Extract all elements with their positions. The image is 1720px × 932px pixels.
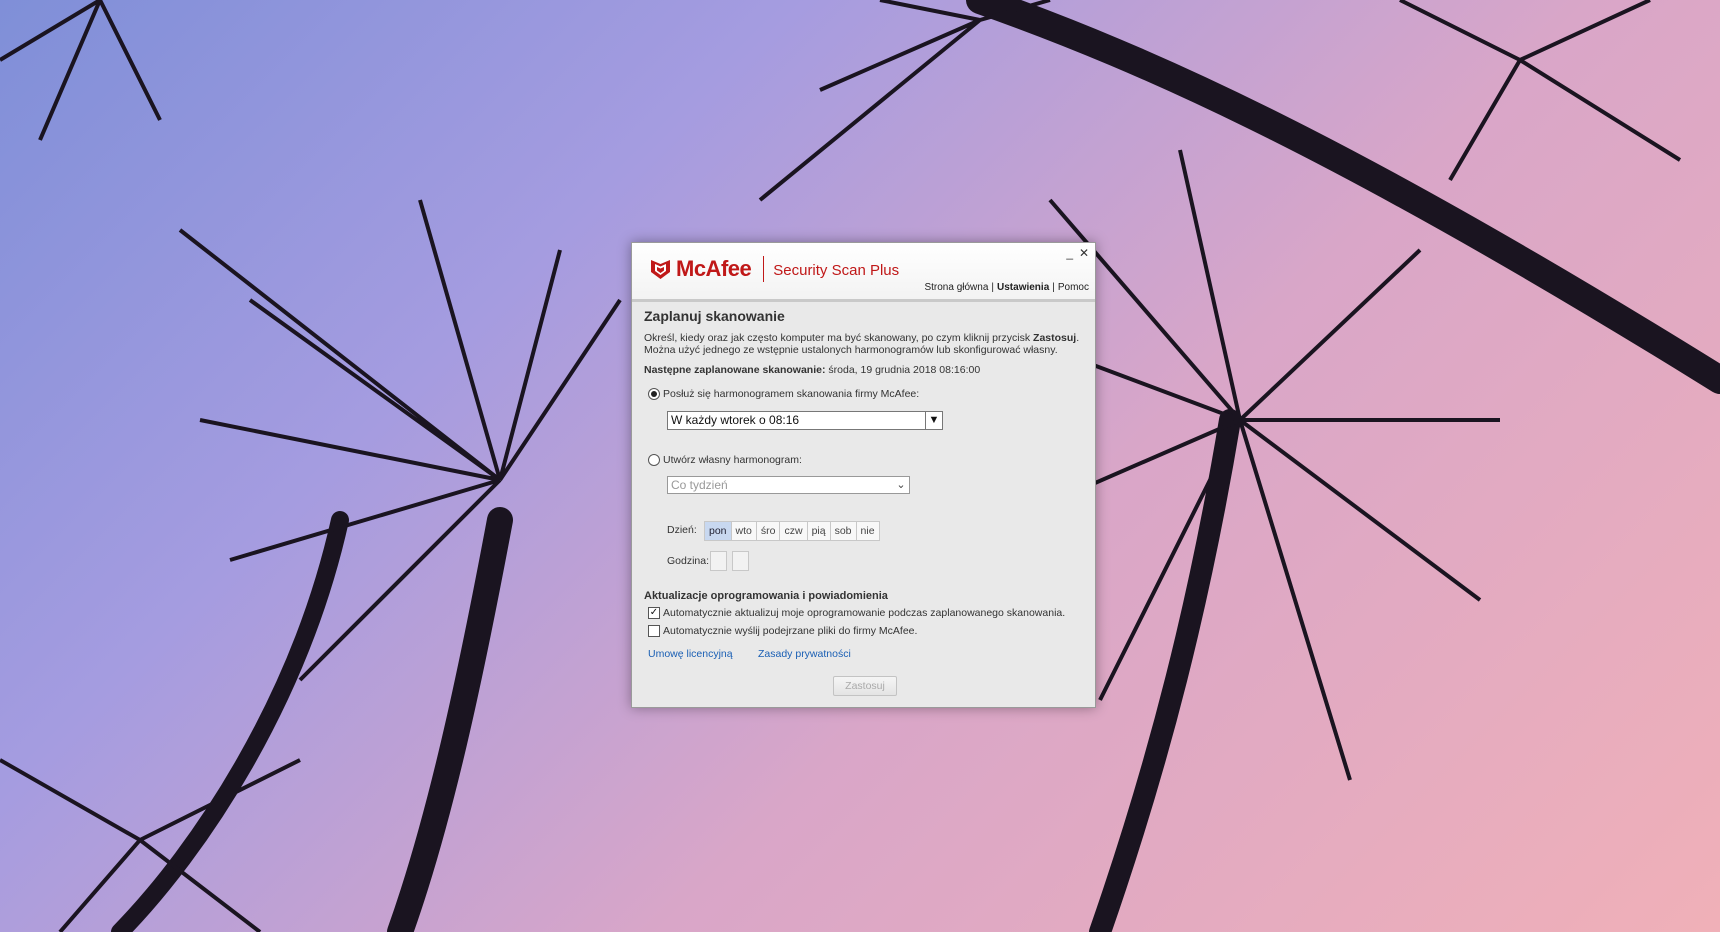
frequency-select[interactable]: Co tydzień ⌄: [667, 476, 910, 494]
mcafee-logo: McAfee Security Scan Plus: [650, 256, 899, 282]
auto-send-label: Automatycznie wyślij podejrzane pliki do…: [663, 625, 918, 637]
nav-help[interactable]: Pomoc: [1058, 282, 1089, 293]
hour-field[interactable]: [710, 551, 727, 571]
next-scan-value: środa, 19 grudnia 2018 08:16:00: [828, 364, 981, 376]
day-selector: pon wto śro czw pią sob nie: [704, 521, 880, 541]
frequency-value: Co tydzień: [671, 478, 728, 492]
time-label: Godzina:: [667, 555, 710, 567]
day-pia[interactable]: pią: [806, 521, 831, 541]
schedule-description: Określ, kiedy oraz jak często komputer m…: [644, 332, 1084, 356]
custom-schedule-label: Utwórz własny harmonogram:: [663, 454, 802, 466]
auto-send-checkbox[interactable]: [648, 625, 660, 637]
day-sro[interactable]: śro: [755, 521, 781, 541]
mcafee-schedule-select[interactable]: W każdy wtorek o 08:16 ▼: [667, 411, 943, 430]
custom-schedule-radio[interactable]: [648, 454, 660, 466]
nav-separator: |: [991, 282, 995, 293]
product-name: Security Scan Plus: [773, 262, 900, 279]
auto-update-option[interactable]: ✓ Automatycznie aktualizuj moje oprogram…: [648, 607, 1065, 619]
updates-title: Aktualizacje oprogramowania i powiadomie…: [644, 590, 888, 602]
logo-divider: [763, 256, 765, 282]
mcafee-schedule-label: Posłuż się harmonogramem skanowania firm…: [663, 388, 920, 400]
mcafee-schedule-option[interactable]: Posłuż się harmonogramem skanowania firm…: [648, 388, 919, 400]
close-button[interactable]: ✕: [1079, 247, 1089, 259]
privacy-link[interactable]: Zasady prywatności: [758, 648, 851, 660]
day-nie[interactable]: nie: [855, 521, 880, 541]
license-link[interactable]: Umowę licencyjną: [648, 648, 733, 660]
nav-settings[interactable]: Ustawienia: [997, 282, 1049, 293]
auto-send-option[interactable]: Automatycznie wyślij podejrzane pliki do…: [648, 625, 917, 637]
day-sob[interactable]: sob: [829, 521, 857, 541]
auto-update-label: Automatycznie aktualizuj moje oprogramow…: [663, 607, 1066, 619]
custom-schedule-option[interactable]: Utwórz własny harmonogram:: [648, 454, 802, 466]
brand-name: McAfee: [676, 256, 752, 281]
minimize-button[interactable]: _: [1066, 247, 1073, 259]
auto-update-checkbox[interactable]: ✓: [648, 607, 660, 619]
nav-separator: |: [1052, 282, 1055, 293]
window-header: McAfee Security Scan Plus _ ✕ Strona głó…: [632, 243, 1095, 302]
apply-button[interactable]: Zastosuj: [833, 676, 897, 696]
mcafee-schedule-radio[interactable]: [648, 388, 660, 400]
page-title: Zaplanuj skanowanie: [644, 308, 785, 324]
day-pon[interactable]: pon: [704, 521, 732, 541]
nav-home[interactable]: Strona główna: [924, 282, 988, 293]
day-czw[interactable]: czw: [779, 521, 808, 541]
chevron-down-icon[interactable]: ⌄: [893, 477, 909, 493]
description-apply-word: Zastosuj: [1033, 332, 1077, 344]
mcafee-window: McAfee Security Scan Plus _ ✕ Strona głó…: [631, 242, 1096, 708]
settings-content: Zaplanuj skanowanie Określ, kiedy oraz j…: [644, 308, 1084, 376]
description-text-1: Określ, kiedy oraz jak często komputer m…: [644, 332, 1031, 344]
mcafee-schedule-value: W każdy wtorek o 08:16: [671, 413, 800, 427]
minute-field[interactable]: [732, 551, 749, 571]
mcafee-shield-icon: [651, 260, 670, 279]
day-label: Dzień:: [667, 524, 697, 536]
chevron-down-icon[interactable]: ▼: [925, 412, 942, 429]
next-scan-label: Następne zaplanowane skanowanie:: [644, 364, 826, 376]
top-nav: Strona główna | Ustawienia | Pomoc: [924, 282, 1089, 293]
next-scan-row: Następne zaplanowane skanowanie: środa, …: [644, 364, 1084, 376]
day-wto[interactable]: wto: [730, 521, 757, 541]
